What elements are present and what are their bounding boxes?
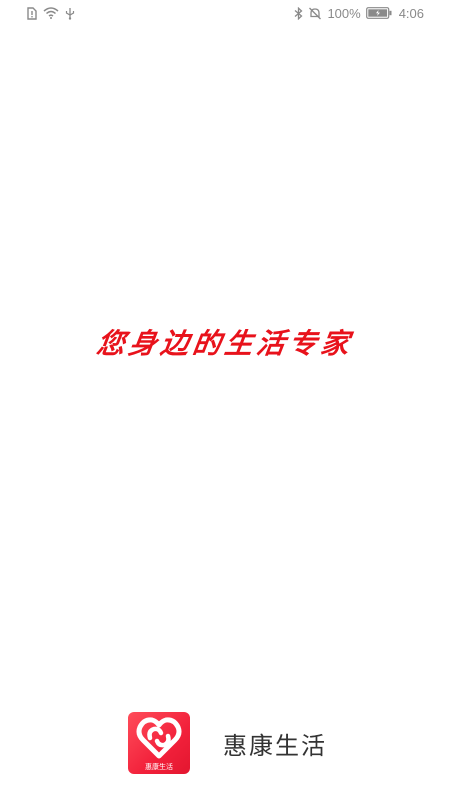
wifi-icon [43, 7, 59, 19]
status-bar-right: 100% 4:06 [294, 6, 424, 21]
logo-caption: 惠康生活 [145, 763, 173, 771]
bluetooth-icon [294, 6, 303, 20]
sim-alert-icon [26, 6, 37, 20]
battery-icon [365, 7, 392, 19]
app-name: 惠康生活 [223, 731, 327, 760]
battery-percent: 100% [327, 5, 361, 21]
brand-footer: 惠康生活 惠康生活 [128, 712, 348, 774]
status-bar: 100% 4:06 [0, 0, 450, 26]
slogan-text: 您身边的生活专家 [94, 327, 356, 360]
mute-icon [308, 7, 322, 20]
clock: 4:06 [398, 5, 424, 21]
status-bar-left [26, 6, 75, 20]
splash-screen: 100% 4:06 您身边的生活专家 惠康生活 惠康生活 [0, 0, 450, 800]
app-logo: 惠康生活 [128, 712, 190, 774]
heart-link-icon [136, 717, 182, 759]
usb-icon [65, 7, 75, 20]
